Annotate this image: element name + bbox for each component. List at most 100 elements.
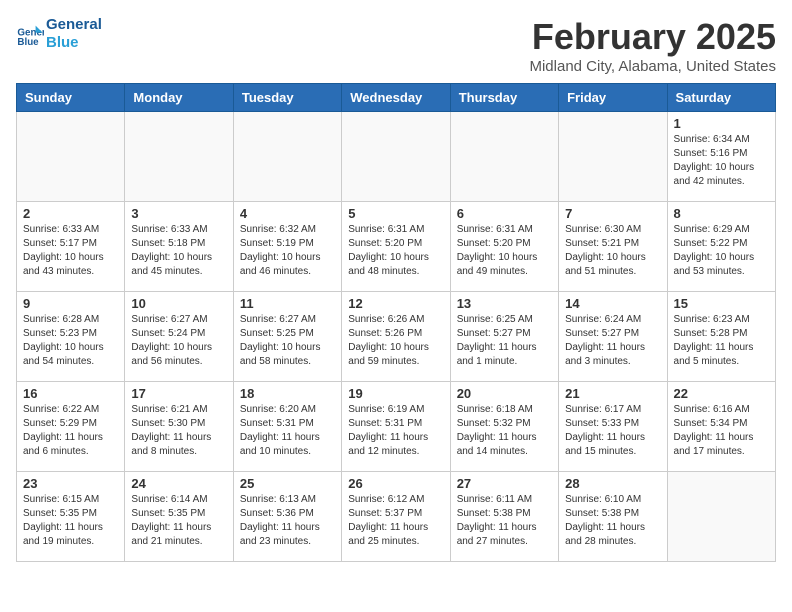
calendar-cell: 17 Sunrise: 6:21 AM Sunset: 5:30 PM Dayli…: [125, 382, 233, 472]
day-info: Sunrise: 6:34 AM Sunset: 5:16 PM Dayligh…: [674, 133, 769, 189]
calendar-cell: 3Sunrise: 6:33 AM Sunset: 5:18 PM Daylig…: [125, 202, 233, 292]
day-number: 1: [674, 116, 769, 131]
svg-text:Blue: Blue: [17, 37, 39, 48]
calendar-header-row: SundayMondayTuesdayWednesdayThursdayFrid…: [17, 84, 776, 112]
day-number: 25: [240, 476, 335, 491]
calendar-cell: [342, 112, 450, 202]
logo-line2: Blue: [46, 34, 102, 52]
calendar-cell: 24 Sunrise: 6:14 AM Sunset: 5:35 PM Dayli…: [125, 472, 233, 562]
day-info: Sunrise: 6:31 AM Sunset: 5:20 PM Dayligh…: [348, 223, 443, 279]
calendar-cell: 19 Sunrise: 6:19 AM Sunset: 5:31 PM Dayli…: [342, 382, 450, 472]
day-info: Sunrise: 6:27 AM Sunset: 5:25 PM Dayligh…: [240, 313, 335, 369]
day-info: Sunrise: 6:26 AM Sunset: 5:26 PM Dayligh…: [348, 313, 443, 369]
calendar-header-friday: Friday: [559, 84, 667, 112]
day-number: 27: [457, 476, 552, 491]
day-number: 5: [348, 206, 443, 221]
calendar-cell: 25 Sunrise: 6:13 AM Sunset: 5:36 PM Dayli…: [233, 472, 341, 562]
day-number: 18: [240, 386, 335, 401]
week-row-1: 1 Sunrise: 6:34 AM Sunset: 5:16 PM Daylig…: [17, 112, 776, 202]
calendar-header-monday: Monday: [125, 84, 233, 112]
day-number: 7: [565, 206, 660, 221]
calendar-cell: 22 Sunrise: 6:16 AM Sunset: 5:34 PM Dayli…: [667, 382, 775, 472]
day-info: Sunrise: 6:11 AM Sunset: 5:38 PM Dayligh…: [457, 493, 552, 549]
location-title: Midland City, Alabama, United States: [529, 58, 776, 75]
logo-icon: General Blue: [16, 20, 44, 48]
calendar-cell: 1 Sunrise: 6:34 AM Sunset: 5:16 PM Daylig…: [667, 112, 775, 202]
day-info: Sunrise: 6:30 AM Sunset: 5:21 PM Dayligh…: [565, 223, 660, 279]
calendar-cell: 10 Sunrise: 6:27 AM Sunset: 5:24 PM Dayli…: [125, 292, 233, 382]
calendar-cell: 15Sunrise: 6:23 AM Sunset: 5:28 PM Dayli…: [667, 292, 775, 382]
day-number: 13: [457, 296, 552, 311]
calendar-cell: 28 Sunrise: 6:10 AM Sunset: 5:38 PM Dayli…: [559, 472, 667, 562]
calendar-header-tuesday: Tuesday: [233, 84, 341, 112]
calendar-header-wednesday: Wednesday: [342, 84, 450, 112]
day-info: Sunrise: 6:28 AM Sunset: 5:23 PM Dayligh…: [23, 313, 118, 369]
calendar-cell: [17, 112, 125, 202]
calendar-cell: 2 Sunrise: 6:33 AM Sunset: 5:17 PM Daylig…: [17, 202, 125, 292]
day-info: Sunrise: 6:21 AM Sunset: 5:30 PM Dayligh…: [131, 403, 226, 459]
day-info: Sunrise: 6:13 AM Sunset: 5:36 PM Dayligh…: [240, 493, 335, 549]
calendar-cell: 13 Sunrise: 6:25 AM Sunset: 5:27 PM Dayli…: [450, 292, 558, 382]
day-info: Sunrise: 6:18 AM Sunset: 5:32 PM Dayligh…: [457, 403, 552, 459]
day-number: 26: [348, 476, 443, 491]
day-info: Sunrise: 6:22 AM Sunset: 5:29 PM Dayligh…: [23, 403, 118, 459]
day-number: 11: [240, 296, 335, 311]
day-number: 16: [23, 386, 118, 401]
day-info: Sunrise: 6:24 AM Sunset: 5:27 PM Dayligh…: [565, 313, 660, 369]
day-info: Sunrise: 6:33 AM Sunset: 5:17 PM Dayligh…: [23, 223, 118, 279]
calendar-cell: 8 Sunrise: 6:29 AM Sunset: 5:22 PM Daylig…: [667, 202, 775, 292]
day-info: Sunrise: 6:17 AM Sunset: 5:33 PM Dayligh…: [565, 403, 660, 459]
day-info: Sunrise: 6:31 AM Sunset: 5:20 PM Dayligh…: [457, 223, 552, 279]
day-info: Sunrise: 6:12 AM Sunset: 5:37 PM Dayligh…: [348, 493, 443, 549]
month-title: February 2025: [529, 16, 776, 58]
calendar-cell: 26 Sunrise: 6:12 AM Sunset: 5:37 PM Dayli…: [342, 472, 450, 562]
header: General Blue General Blue February 2025 …: [16, 16, 776, 75]
calendar-cell: 6Sunrise: 6:31 AM Sunset: 5:20 PM Daylig…: [450, 202, 558, 292]
day-number: 14: [565, 296, 660, 311]
day-number: 19: [348, 386, 443, 401]
day-info: Sunrise: 6:29 AM Sunset: 5:22 PM Dayligh…: [674, 223, 769, 279]
week-row-2: 2 Sunrise: 6:33 AM Sunset: 5:17 PM Daylig…: [17, 202, 776, 292]
day-info: Sunrise: 6:16 AM Sunset: 5:34 PM Dayligh…: [674, 403, 769, 459]
logo-line1: General: [46, 16, 102, 34]
day-number: 10: [131, 296, 226, 311]
day-number: 21: [565, 386, 660, 401]
day-info: Sunrise: 6:14 AM Sunset: 5:35 PM Dayligh…: [131, 493, 226, 549]
day-number: 17: [131, 386, 226, 401]
day-number: 9: [23, 296, 118, 311]
calendar-cell: 11 Sunrise: 6:27 AM Sunset: 5:25 PM Dayli…: [233, 292, 341, 382]
day-info: Sunrise: 6:19 AM Sunset: 5:31 PM Dayligh…: [348, 403, 443, 459]
day-number: 24: [131, 476, 226, 491]
title-section: February 2025 Midland City, Alabama, Uni…: [529, 16, 776, 75]
week-row-5: 23Sunrise: 6:15 AM Sunset: 5:35 PM Dayli…: [17, 472, 776, 562]
calendar-cell: 9 Sunrise: 6:28 AM Sunset: 5:23 PM Daylig…: [17, 292, 125, 382]
day-number: 8: [674, 206, 769, 221]
day-info: Sunrise: 6:10 AM Sunset: 5:38 PM Dayligh…: [565, 493, 660, 549]
calendar-cell: 4 Sunrise: 6:32 AM Sunset: 5:19 PM Daylig…: [233, 202, 341, 292]
day-number: 12: [348, 296, 443, 311]
day-info: Sunrise: 6:25 AM Sunset: 5:27 PM Dayligh…: [457, 313, 552, 369]
calendar-cell: [233, 112, 341, 202]
calendar-cell: [125, 112, 233, 202]
calendar-cell: [450, 112, 558, 202]
day-number: 4: [240, 206, 335, 221]
calendar-header-saturday: Saturday: [667, 84, 775, 112]
day-info: Sunrise: 6:27 AM Sunset: 5:24 PM Dayligh…: [131, 313, 226, 369]
calendar-cell: 12 Sunrise: 6:26 AM Sunset: 5:26 PM Dayli…: [342, 292, 450, 382]
day-number: 28: [565, 476, 660, 491]
day-number: 22: [674, 386, 769, 401]
day-number: 23: [23, 476, 118, 491]
calendar-cell: 5 Sunrise: 6:31 AM Sunset: 5:20 PM Daylig…: [342, 202, 450, 292]
calendar-cell: 18Sunrise: 6:20 AM Sunset: 5:31 PM Dayli…: [233, 382, 341, 472]
calendar-cell: 14 Sunrise: 6:24 AM Sunset: 5:27 PM Dayli…: [559, 292, 667, 382]
day-info: Sunrise: 6:32 AM Sunset: 5:19 PM Dayligh…: [240, 223, 335, 279]
calendar-cell: [559, 112, 667, 202]
week-row-4: 16 Sunrise: 6:22 AM Sunset: 5:29 PM Dayli…: [17, 382, 776, 472]
day-number: 3: [131, 206, 226, 221]
day-number: 2: [23, 206, 118, 221]
day-number: 20: [457, 386, 552, 401]
calendar-header-thursday: Thursday: [450, 84, 558, 112]
calendar-cell: 16 Sunrise: 6:22 AM Sunset: 5:29 PM Dayli…: [17, 382, 125, 472]
logo: General Blue General Blue: [16, 16, 102, 52]
calendar-cell: 23Sunrise: 6:15 AM Sunset: 5:35 PM Dayli…: [17, 472, 125, 562]
